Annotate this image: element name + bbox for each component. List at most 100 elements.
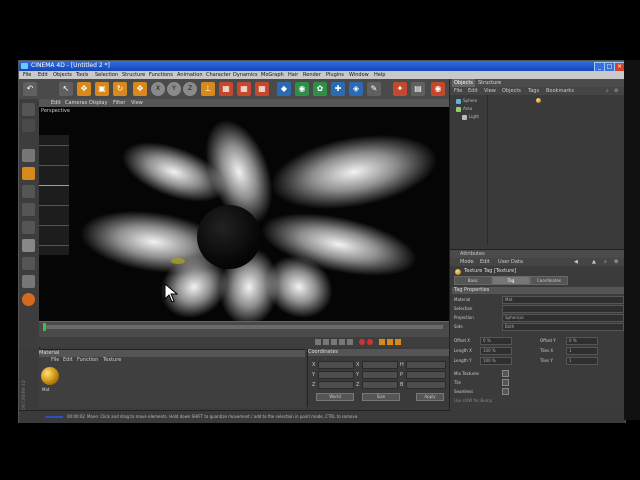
- record-key-icon[interactable]: [359, 339, 365, 345]
- search-icon[interactable]: ⌕: [606, 87, 609, 95]
- object-row-area[interactable]: Area: [456, 105, 472, 112]
- scene-icon[interactable]: ✎: [367, 82, 381, 96]
- menu-hair[interactable]: Hair: [288, 71, 298, 79]
- timeline[interactable]: [39, 321, 449, 338]
- render-view-icon[interactable]: ▦: [219, 82, 233, 96]
- menu-objects[interactable]: Objects: [53, 71, 72, 79]
- obj-menu-view[interactable]: View: [484, 87, 496, 95]
- cube-icon[interactable]: ◆: [277, 82, 291, 96]
- obj-menu-objects[interactable]: Objects: [502, 87, 521, 95]
- menu-help[interactable]: Help: [374, 71, 385, 79]
- side-dropdown[interactable]: Both: [502, 323, 624, 331]
- nurbs-icon[interactable]: ◉: [295, 82, 309, 96]
- size-x-field[interactable]: [362, 361, 398, 369]
- menu-tools[interactable]: Tools: [76, 71, 88, 79]
- attr-menu-user-data[interactable]: User Data: [498, 258, 523, 266]
- menu-plugins[interactable]: Plugins: [326, 71, 344, 79]
- rotation-h-field[interactable]: [406, 361, 446, 369]
- viewport-menu-cameras[interactable]: Cameras: [65, 99, 87, 107]
- projection-dropdown[interactable]: Spherical: [502, 314, 624, 322]
- obj-menu-file[interactable]: File: [454, 87, 462, 95]
- column-divider[interactable]: [487, 95, 488, 245]
- material-menu-function[interactable]: Function: [77, 357, 98, 364]
- keyframe-icon[interactable]: [395, 339, 401, 345]
- attr-menu-edit[interactable]: Edit: [480, 258, 490, 266]
- material-menu-texture[interactable]: Texture: [103, 357, 121, 364]
- move-icon[interactable]: ✥: [77, 82, 91, 96]
- timeline-cursor[interactable]: [43, 323, 46, 331]
- menu-character[interactable]: Character: [206, 71, 231, 79]
- size-y-field[interactable]: [362, 371, 398, 379]
- obj-menu-edit[interactable]: Edit: [468, 87, 478, 95]
- menu-functions[interactable]: Functions: [149, 71, 173, 79]
- tab-tag[interactable]: Tag: [492, 276, 530, 285]
- viewport-menu-display[interactable]: Display: [89, 99, 107, 107]
- tweak-mode-icon[interactable]: [22, 257, 35, 270]
- spline-icon[interactable]: ✚: [331, 82, 345, 96]
- object-mode-icon[interactable]: [22, 119, 35, 132]
- tile-checkbox[interactable]: [502, 379, 509, 386]
- menu-file[interactable]: File: [23, 71, 31, 79]
- tiles-x-field[interactable]: 1: [566, 347, 598, 355]
- menu-dynamics[interactable]: Dynamics: [233, 71, 258, 79]
- object-row-sphere[interactable]: Sphere: [456, 97, 477, 104]
- size-dropdown[interactable]: Size: [362, 393, 400, 401]
- menu-render[interactable]: Render: [303, 71, 321, 79]
- keyframe-icon[interactable]: [379, 339, 385, 345]
- axis-z-button[interactable]: Z: [183, 82, 197, 96]
- obj-menu-tags[interactable]: Tags: [528, 87, 539, 95]
- sphere-object[interactable]: [197, 205, 261, 269]
- tiles-y-field[interactable]: 1: [566, 357, 598, 365]
- world-dropdown[interactable]: World: [316, 393, 354, 401]
- position-x-field[interactable]: [318, 361, 354, 369]
- apply-button[interactable]: Apply: [416, 393, 444, 401]
- length-x-field[interactable]: 100 %: [480, 347, 512, 355]
- snap-icon[interactable]: [22, 275, 35, 288]
- tab-basic[interactable]: Basic: [454, 276, 492, 285]
- material-preview[interactable]: [41, 367, 59, 385]
- next-frame-icon[interactable]: [339, 339, 345, 345]
- 3d-viewport[interactable]: Perspective: [39, 107, 449, 321]
- texture-mode-icon[interactable]: [22, 149, 35, 162]
- undo-icon[interactable]: ↶: [23, 82, 37, 96]
- prev-frame-icon[interactable]: [323, 339, 329, 345]
- play-icon[interactable]: [331, 339, 337, 345]
- camera-icon[interactable]: ✦: [393, 82, 407, 96]
- live-select-icon[interactable]: ↖: [59, 82, 73, 96]
- rotation-b-field[interactable]: [406, 381, 446, 389]
- axis-y-button[interactable]: Y: [167, 82, 181, 96]
- tab-coordinates[interactable]: Coordinates: [530, 276, 568, 285]
- position-y-field[interactable]: [318, 371, 354, 379]
- size-z-field[interactable]: [362, 381, 398, 389]
- rotation-p-field[interactable]: [406, 371, 446, 379]
- menu-animation[interactable]: Animation: [177, 71, 203, 79]
- render-picture-viewer-icon[interactable]: ▦: [237, 82, 251, 96]
- autokey-icon[interactable]: [367, 339, 373, 345]
- coordinate-system-icon[interactable]: ⊥: [201, 82, 215, 96]
- scale-icon[interactable]: ▣: [95, 82, 109, 96]
- material-menu-edit[interactable]: Edit: [63, 357, 73, 364]
- tab-objects[interactable]: Objects: [452, 79, 475, 87]
- material-field[interactable]: Mat: [502, 296, 624, 304]
- attr-menu-mode[interactable]: Mode: [460, 258, 474, 266]
- light-icon[interactable]: ▤: [411, 82, 425, 96]
- viewport-menu-view[interactable]: View: [131, 99, 143, 107]
- deformer-icon[interactable]: ◈: [349, 82, 363, 96]
- material-menu-file[interactable]: File: [51, 357, 59, 364]
- search-icon[interactable]: ⌕: [604, 258, 607, 266]
- menu-mograph[interactable]: MoGraph: [261, 71, 284, 79]
- menu-selection[interactable]: Selection: [95, 71, 118, 79]
- obj-menu-bookmarks[interactable]: Bookmarks: [546, 87, 574, 95]
- rotate-icon[interactable]: ↻: [113, 82, 127, 96]
- viewport-menu-filter[interactable]: Filter: [113, 99, 125, 107]
- texture-tag-icon[interactable]: [536, 98, 541, 103]
- render-settings-icon[interactable]: ▦: [255, 82, 269, 96]
- array-icon[interactable]: ✿: [313, 82, 327, 96]
- position-z-field[interactable]: [318, 381, 354, 389]
- keyframe-icon[interactable]: [387, 339, 393, 345]
- menu-window[interactable]: Window: [349, 71, 369, 79]
- mix-textures-checkbox[interactable]: [502, 370, 509, 377]
- object-row-light[interactable]: Light: [462, 113, 479, 120]
- offset-x-field[interactable]: 0 %: [480, 337, 512, 345]
- seamless-checkbox[interactable]: [502, 388, 509, 395]
